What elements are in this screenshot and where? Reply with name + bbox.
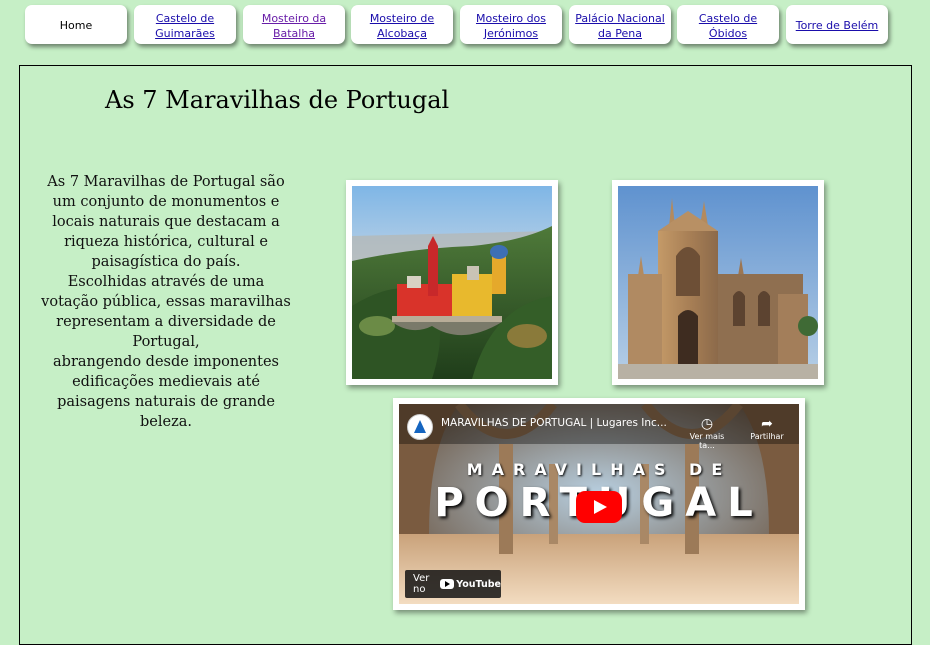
play-button[interactable]	[576, 491, 622, 523]
share-label: Partilhar	[750, 432, 784, 441]
youtube-wordmark: YouTube	[456, 578, 501, 590]
watch-later-button[interactable]: ◷ Ver mais ta...	[685, 416, 729, 450]
intro-paragraph-2: Escolhidas através de uma votação públic…	[41, 274, 291, 350]
youtube-play-icon	[440, 579, 455, 589]
clock-icon: ◷	[700, 416, 714, 432]
nav-mosteiro-alcobaca-link[interactable]: Mosteiro de Alcobaça	[351, 5, 453, 44]
nav-castelo-guimaraes-link[interactable]: Castelo de Guimarães	[134, 5, 236, 44]
thumbnail-subtitle: MARAVILHAS DE	[466, 460, 732, 479]
watch-on-youtube-button[interactable]: Ver no YouTube	[405, 570, 501, 598]
page-title: As 7 Maravilhas de Portugal	[105, 86, 450, 114]
intro-text: As 7 Maravilhas de Portugal são um conju…	[40, 172, 292, 432]
pena-palace-photo	[346, 180, 558, 385]
share-icon: ➦	[761, 416, 773, 432]
intro-paragraph-3: abrangendo desde imponentes edificações …	[53, 354, 279, 430]
pena-palace-image	[352, 186, 552, 379]
nav-torre-belem-link[interactable]: Torre de Belém	[786, 5, 888, 44]
video-title[interactable]: MARAVILHAS DE PORTUGAL | Lugares Inc...	[441, 417, 667, 429]
watch-on-label: Ver no	[413, 573, 430, 595]
watch-later-label: Ver mais ta...	[689, 432, 725, 450]
nav-mosteiro-jeronimos-link[interactable]: Mosteiro dos Jerónimos	[460, 5, 562, 44]
intro-paragraph-1: As 7 Maravilhas de Portugal são um conju…	[47, 174, 285, 270]
youtube-logo: YouTube	[440, 579, 501, 590]
nav-palacio-pena-link[interactable]: Palácio Nacional da Pena	[569, 5, 671, 44]
share-button[interactable]: ➦ Partilhar	[745, 416, 789, 441]
batalha-monastery-image	[618, 186, 818, 379]
youtube-video-embed[interactable]: MARAVILHAS DE PORTUGAL | Lugares Inc... …	[393, 398, 805, 610]
nav-home-button[interactable]: Home	[25, 5, 127, 44]
video-player[interactable]: MARAVILHAS DE PORTUGAL | Lugares Inc... …	[399, 404, 799, 604]
nav-mosteiro-batalha-link[interactable]: Mosteiro da Batalha	[243, 5, 345, 44]
channel-logo[interactable]	[407, 414, 433, 440]
nav-castelo-obidos-link[interactable]: Castelo de Óbidos	[677, 5, 779, 44]
batalha-monastery-photo	[612, 180, 824, 385]
